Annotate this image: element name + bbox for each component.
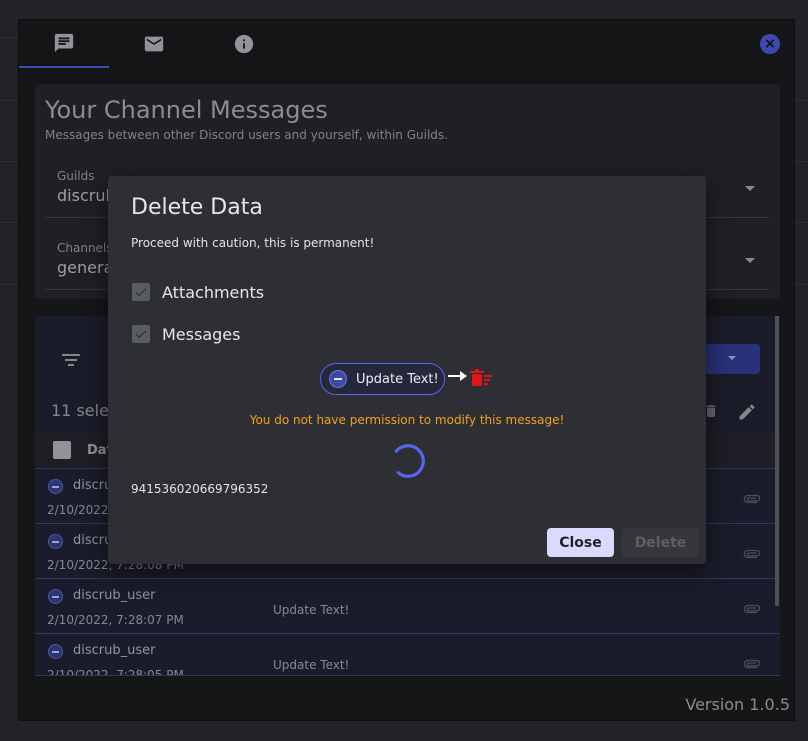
check-icon (135, 288, 147, 297)
attachments-checkbox[interactable] (132, 283, 150, 301)
chip-label: Update Text! (356, 372, 439, 387)
delete-forever-icon (470, 369, 492, 386)
message-id: 941536020669796352 (131, 482, 269, 496)
permission-error: You do not have permission to modify thi… (249, 413, 565, 427)
avatar (329, 370, 347, 388)
message-chip: Update Text! (320, 363, 445, 395)
messages-checkbox[interactable] (132, 325, 150, 343)
check-icon (135, 330, 147, 339)
loading-spinner-icon (391, 444, 425, 478)
delete-button[interactable]: Delete (622, 528, 699, 557)
close-button[interactable]: Close (547, 528, 614, 557)
arrow-right-icon (448, 371, 467, 381)
dialog-warning: Proceed with caution, this is permanent! (131, 236, 375, 250)
dialog-title: Delete Data (131, 195, 263, 220)
delete-data-dialog: Delete Data Proceed with caution, this i… (108, 176, 706, 564)
messages-label[interactable]: Messages (162, 325, 240, 344)
attachments-label[interactable]: Attachments (162, 283, 264, 302)
